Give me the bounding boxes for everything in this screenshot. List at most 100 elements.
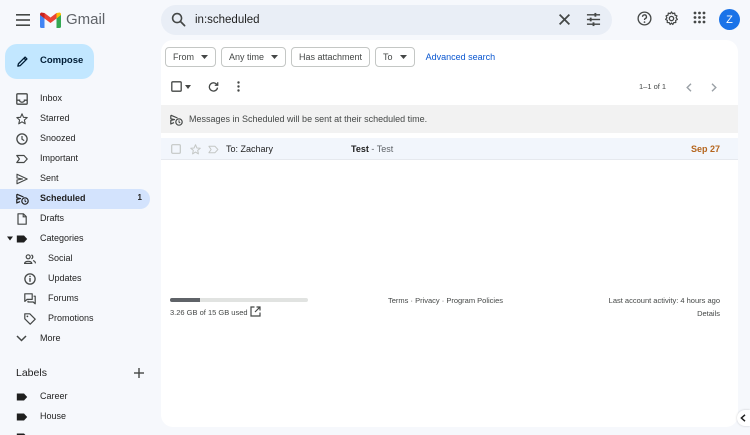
policy-links[interactable]: Terms · Privacy · Program Policies <box>388 296 503 305</box>
clock-icon <box>16 133 28 145</box>
sidebar-item-updates[interactable]: Updates <box>0 269 150 289</box>
label-item-house[interactable]: House <box>0 407 150 427</box>
sidebar-item-label: Inbox <box>40 93 63 103</box>
account-avatar[interactable]: Z <box>719 9 740 30</box>
important-marker-icon[interactable] <box>208 144 219 155</box>
sidebar-item-label: Sent <box>40 173 59 183</box>
filter-any-time-chip[interactable]: Any time <box>221 47 287 67</box>
inbox-icon <box>16 93 28 105</box>
filter-from-chip[interactable]: From <box>165 47 216 67</box>
label-item-partial[interactable] <box>0 427 150 435</box>
compose-label: Compose <box>40 55 84 66</box>
unread-count-badge: 1 <box>137 193 142 202</box>
star-icon[interactable] <box>190 144 201 155</box>
activity-details-link[interactable]: Details <box>697 309 720 318</box>
sidebar-item-label: Scheduled <box>40 193 86 203</box>
sidebar-item-inbox[interactable]: Inbox <box>0 89 150 109</box>
label-item-career[interactable]: Career <box>0 387 150 407</box>
dropdown-arrow-icon <box>271 55 279 59</box>
message-recipient: To: Zachary <box>226 144 274 154</box>
more-vert-icon[interactable] <box>237 81 240 92</box>
select-all-checkbox-icon[interactable] <box>171 81 182 92</box>
sidebar-item-label: Drafts <box>40 213 65 223</box>
sidebar-nav: Inbox Starred Snoozed Important Sent Sch… <box>0 89 155 349</box>
gmail-logo[interactable]: Gmail <box>40 10 105 29</box>
chevron-left-icon <box>740 414 746 422</box>
side-panel-toggle[interactable] <box>737 410 750 426</box>
settings-gear-icon[interactable] <box>664 11 679 26</box>
sidebar-item-social[interactable]: Social <box>0 249 150 269</box>
filter-to-label: To <box>383 52 393 62</box>
apps-grid-icon[interactable] <box>693 11 706 24</box>
dropdown-arrow-icon <box>201 55 208 59</box>
filter-to-chip[interactable]: To <box>375 47 415 67</box>
scheduled-send-icon <box>170 114 183 126</box>
storage-usage-fill <box>170 298 200 302</box>
filter-has-attachment-label: Has attachment <box>299 52 363 62</box>
sidebar-item-label: Categories <box>40 233 84 243</box>
top-bar: Gmail Z <box>0 0 750 40</box>
search-filter-chips: From Any time Has attachment To Advanced… <box>165 47 495 67</box>
label-icon <box>16 433 26 435</box>
star-icon <box>16 113 28 125</box>
row-checkbox-icon[interactable] <box>171 144 181 154</box>
dropdown-arrow-icon <box>399 55 407 59</box>
create-label-plus-icon[interactable] <box>133 367 145 379</box>
last-account-activity: Last account activity: 4 hours ago <box>608 296 720 305</box>
sidebar-item-more[interactable]: More <box>0 329 150 349</box>
sidebar-item-categories[interactable]: Categories <box>0 229 150 249</box>
filter-has-attachment-chip[interactable]: Has attachment <box>291 47 371 67</box>
list-toolbar: 1–1 of 1 <box>161 77 738 97</box>
sidebar-item-label: Important <box>40 153 79 163</box>
draft-icon <box>17 213 27 225</box>
caret-down-icon[interactable] <box>7 236 13 241</box>
sidebar-item-label: Snoozed <box>40 133 76 143</box>
label-item-label: House <box>40 411 67 421</box>
message-subject-snippet: Test - Test <box>351 144 394 154</box>
storage-usage-bar <box>170 298 308 302</box>
sidebar-item-drafts[interactable]: Drafts <box>0 209 150 229</box>
main-menu-button[interactable] <box>11 8 35 32</box>
sidebar-item-starred[interactable]: Starred <box>0 109 150 129</box>
sidebar-item-important[interactable]: Important <box>0 149 150 169</box>
forum-icon <box>24 293 36 305</box>
chevron-down-icon <box>16 335 27 342</box>
scheduled-date: Sep 27 <box>690 144 720 154</box>
people-icon <box>24 254 36 264</box>
label-icon <box>16 413 28 421</box>
sidebar-item-snoozed[interactable]: Snoozed <box>0 129 150 149</box>
newer-chevron-left-icon[interactable] <box>686 83 692 92</box>
sidebar-item-forums[interactable]: Forums <box>0 289 150 309</box>
storage-usage-text: 3.26 GB of 15 GB used <box>170 308 248 317</box>
label-icon <box>16 235 28 243</box>
help-icon[interactable] <box>637 11 652 26</box>
search-icon[interactable] <box>171 12 186 27</box>
advanced-search-link[interactable]: Advanced search <box>426 47 496 67</box>
label-item-label: Career <box>40 391 68 401</box>
sidebar-item-label: More <box>40 333 61 343</box>
sidebar-item-promotions[interactable]: Promotions <box>0 309 150 329</box>
sidebar-item-label: Promotions <box>48 313 94 323</box>
compose-button[interactable]: Compose <box>5 44 94 79</box>
search-options-icon[interactable] <box>586 12 601 27</box>
message-snippet: Test <box>376 144 394 154</box>
scheduled-info-banner: Messages in Scheduled will be sent at th… <box>161 105 738 133</box>
tag-icon <box>24 313 36 325</box>
label-important-icon <box>16 154 28 164</box>
send-icon <box>16 173 28 185</box>
scheduled-send-icon <box>16 193 29 205</box>
pagination-count: 1–1 of 1 <box>639 82 667 91</box>
refresh-icon[interactable] <box>208 81 219 92</box>
filter-any-time-label: Any time <box>229 52 265 62</box>
main-panel: From Any time Has attachment To Advanced… <box>161 40 738 427</box>
clear-search-icon[interactable] <box>558 13 571 26</box>
sidebar-item-sent[interactable]: Sent <box>0 169 150 189</box>
older-chevron-right-icon[interactable] <box>711 83 717 92</box>
labels-heading: Labels <box>16 367 47 379</box>
open-in-new-icon[interactable] <box>250 306 261 317</box>
table-row[interactable]: To: Zachary Test - Test Sep 27 <box>161 138 738 160</box>
sidebar-item-label: Forums <box>48 293 79 303</box>
select-dropdown-icon[interactable] <box>185 85 191 89</box>
search-input[interactable] <box>195 11 525 29</box>
sidebar-item-scheduled[interactable]: Scheduled 1 <box>0 189 150 209</box>
